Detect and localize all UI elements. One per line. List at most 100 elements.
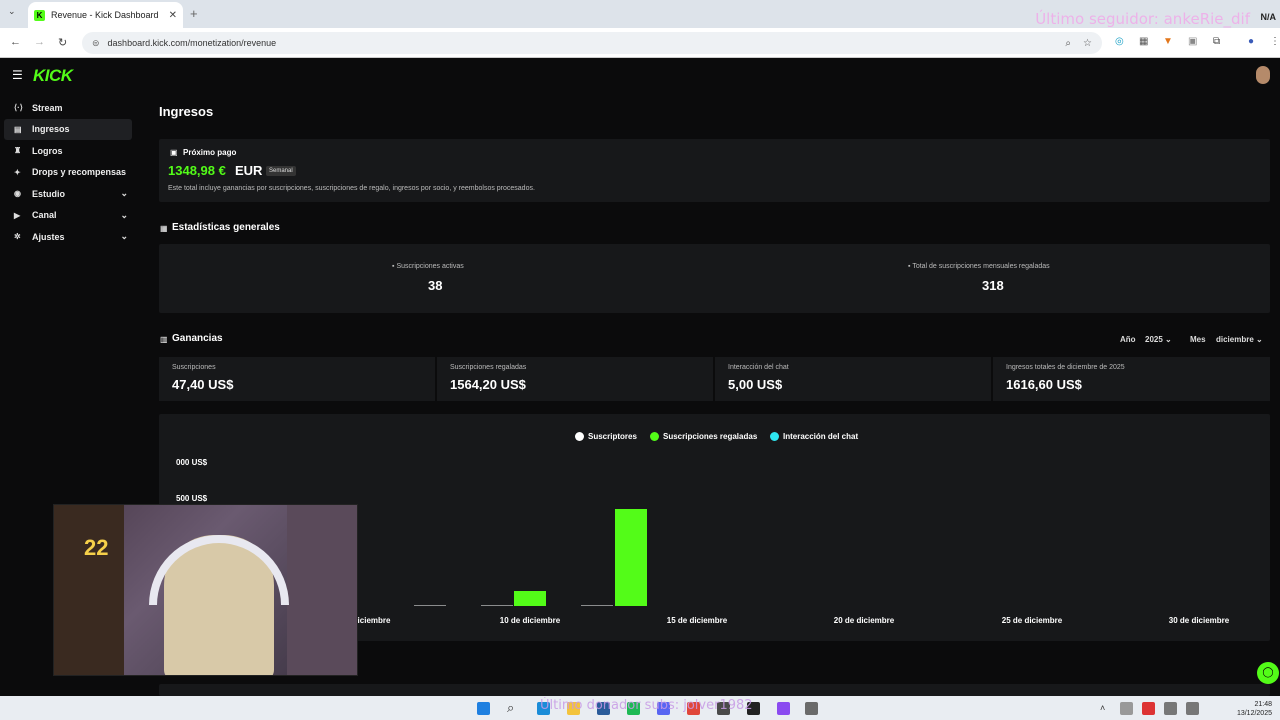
chevron-down-icon[interactable]: ⌄ xyxy=(120,231,128,242)
tray-icon[interactable] xyxy=(1120,702,1133,715)
kick-logo[interactable]: KICK xyxy=(33,66,73,86)
chart-bar[interactable] xyxy=(581,605,613,606)
legend-label: Suscriptores xyxy=(588,432,637,441)
revenue-icon: ▤ xyxy=(14,124,22,134)
sidebar-item-logros[interactable]: ♜ Logros xyxy=(4,140,132,162)
extension-icon[interactable]: ▦ xyxy=(1139,36,1148,47)
url-text: dashboard.kick.com/monetization/revenue xyxy=(107,38,277,48)
payout-currency: EUR xyxy=(235,163,263,178)
earnings-subs-card: Suscripciones 47,40 US$ xyxy=(159,357,435,401)
new-tab-icon[interactable]: + xyxy=(190,6,198,21)
y-tick-label: 500 US$ xyxy=(176,494,208,503)
earnings-chat-label: Interacción del chat xyxy=(728,364,789,371)
studio-icon: ◉ xyxy=(14,189,21,199)
network-icon[interactable] xyxy=(1186,702,1199,715)
browser-menu-icon[interactable]: ⋮ xyxy=(1270,36,1280,47)
browser-tab[interactable]: K Revenue - Kick Dashboard ✕ xyxy=(28,2,183,28)
sidebar-item-canal[interactable]: ▶ Canal ⌄ xyxy=(4,205,132,227)
windows-start-icon[interactable] xyxy=(477,702,490,715)
avatar[interactable] xyxy=(1256,66,1270,84)
profile-icon[interactable]: ● xyxy=(1248,36,1254,47)
browser-tab-bar: ⌄ K Revenue - Kick Dashboard ✕ + Último … xyxy=(0,0,1280,28)
x-tick-label: 15 de diciembre xyxy=(666,616,728,625)
settings-icon[interactable] xyxy=(805,702,818,715)
tab-title: Revenue - Kick Dashboard xyxy=(51,10,159,20)
url-input[interactable]: ⊜ dashboard.kick.com/monetization/revenu… xyxy=(82,32,1102,54)
payout-card xyxy=(159,139,1270,202)
chat-support-button[interactable]: ◯ xyxy=(1257,662,1279,684)
stats-icon: ▦ xyxy=(160,224,168,233)
search-icon[interactable]: ⌕ xyxy=(507,701,520,714)
tray-icon[interactable] xyxy=(1142,702,1155,715)
legend-dot xyxy=(770,432,779,441)
chevron-down-icon[interactable]: ⌄ xyxy=(120,210,128,221)
reload-icon[interactable]: ↻ xyxy=(58,36,67,49)
stream-icon: ⟨·⟩ xyxy=(14,103,23,113)
earnings-subs-label: Suscripciones xyxy=(172,364,216,371)
mic-icon[interactable] xyxy=(1164,702,1177,715)
extension-icon[interactable]: ▣ xyxy=(1188,36,1197,47)
payout-icon: ▣ xyxy=(170,148,178,157)
site-info-icon[interactable]: ⊜ xyxy=(92,38,100,49)
sidebar-item-label: Ingresos xyxy=(32,124,70,135)
app-icon[interactable] xyxy=(777,702,790,715)
general-stats-title: Estadísticas generales xyxy=(172,222,280,233)
y-tick-label: 000 US$ xyxy=(176,458,208,467)
system-clock[interactable]: 21:48 13/12/2025 xyxy=(1237,700,1272,718)
drops-icon: ✦ xyxy=(14,167,21,177)
close-tab-icon[interactable]: ✕ xyxy=(169,10,177,21)
legend-item[interactable]: Interacción del chat xyxy=(770,432,858,441)
chart-bar[interactable] xyxy=(413,605,446,606)
month-value: diciembre xyxy=(1216,335,1254,344)
year-value: 2025 xyxy=(1145,335,1163,344)
sidebar-item-label: Estudio xyxy=(32,188,65,199)
legend-item[interactable]: Suscripciones regaladas xyxy=(650,432,757,441)
stream-overlay-donor: Último donador subs: jolver1982 xyxy=(540,698,753,713)
sidebar-item-drops-y-recompensas[interactable]: ✦ Drops y recompensas xyxy=(4,162,132,184)
x-tick-label: 25 de diciembre xyxy=(1001,616,1063,625)
chevron-down-icon[interactable]: ⌄ xyxy=(120,188,128,199)
extensions-puzzle-icon[interactable]: ⧉ xyxy=(1213,36,1220,47)
menu-icon[interactable]: ☰ xyxy=(12,68,23,82)
clock-time: 21:48 xyxy=(1254,701,1272,708)
bookmark-star-icon[interactable]: ☆ xyxy=(1083,38,1092,49)
legend-item[interactable]: Suscriptores xyxy=(575,432,637,441)
sidebar-item-label: Ajustes xyxy=(32,231,65,242)
extension-icon[interactable]: ◎ xyxy=(1115,36,1124,47)
x-tick-label: 20 de diciembre xyxy=(833,616,895,625)
earnings-chat-card: Interacción del chat 5,00 US$ xyxy=(715,357,991,401)
year-label: Año xyxy=(1120,335,1136,344)
chart-bar[interactable] xyxy=(480,605,513,606)
month-label: Mes xyxy=(1190,335,1206,344)
year-select[interactable]: 2025 ⌄ xyxy=(1145,335,1172,344)
tab-list-icon[interactable]: ⌄ xyxy=(8,6,16,17)
active-subs-label-text: Suscripciones activas xyxy=(396,263,464,270)
legend-label: Interacción del chat xyxy=(783,432,859,441)
gifted-total-value: 318 xyxy=(982,278,1004,293)
chart-bar[interactable] xyxy=(514,591,546,606)
zoom-icon[interactable]: ⌕ xyxy=(1065,38,1071,49)
sidebar-item-ingresos[interactable]: ▤ Ingresos xyxy=(4,118,132,140)
legend-dot xyxy=(575,432,584,441)
sidebar-item-estudio[interactable]: ◉ Estudio ⌄ xyxy=(4,183,132,205)
kick-favicon-icon: K xyxy=(34,9,45,21)
active-subs-label: ▪ Suscripciones activas xyxy=(392,263,464,270)
tray-chevron-icon[interactable]: ˄ xyxy=(1100,702,1113,715)
sidebar-item-ajustes[interactable]: ✲ Ajustes ⌄ xyxy=(4,226,132,248)
back-icon[interactable]: ← xyxy=(10,36,21,48)
webcam-shelf-right xyxy=(287,505,357,675)
chart-bar[interactable] xyxy=(614,509,647,606)
legend-dot xyxy=(650,432,659,441)
sidebar-item-stream[interactable]: ⟨·⟩ Stream xyxy=(4,97,132,119)
webcam-headphones xyxy=(149,535,289,605)
general-stats-card xyxy=(159,244,1270,313)
kick-header: ☰ KICK xyxy=(0,58,1280,94)
frequency-badge: Semanal xyxy=(266,166,296,176)
x-tick-label: 30 de diciembre xyxy=(1168,616,1230,625)
month-select[interactable]: diciembre ⌄ xyxy=(1216,335,1263,344)
metamask-icon[interactable]: ▼ xyxy=(1163,36,1173,47)
webcam-overlay: 22 xyxy=(53,504,358,676)
gifted-total-label: ▪ Total de suscripciones mensuales regal… xyxy=(908,263,1050,270)
trophy-icon: ♜ xyxy=(14,146,22,156)
forward-icon[interactable]: → xyxy=(34,36,45,48)
